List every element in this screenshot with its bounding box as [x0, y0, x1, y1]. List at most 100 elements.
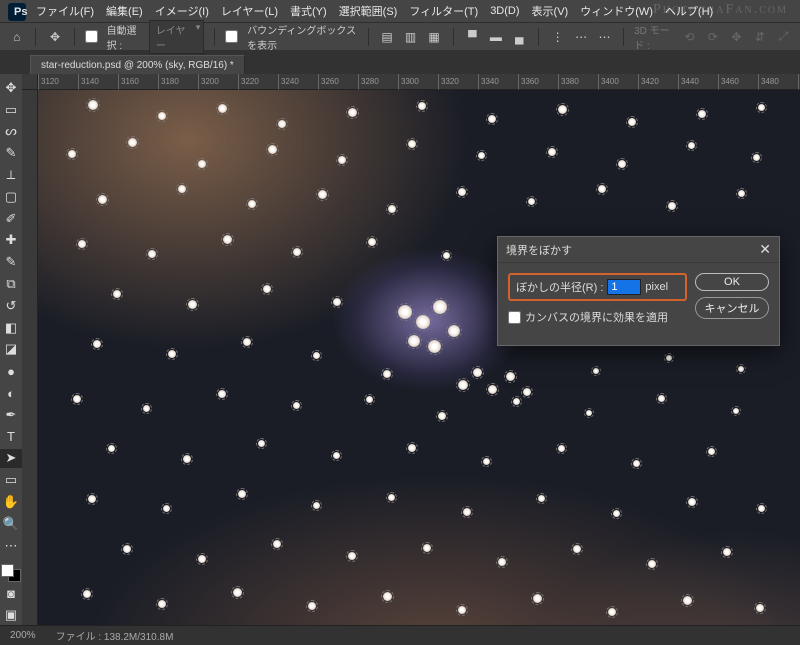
crop-tool-icon[interactable]: ⟂ — [0, 165, 22, 185]
menu-type[interactable]: 書式(Y) — [284, 3, 333, 19]
star-selection — [388, 205, 396, 213]
menu-edit[interactable]: 編集(E) — [100, 3, 149, 19]
zoom-tool-icon[interactable]: 🔍 — [0, 514, 22, 534]
move-tool-icon[interactable]: ✥ — [0, 78, 22, 98]
star-selection — [463, 508, 471, 516]
dodge-tool-icon[interactable]: ◐ — [0, 383, 22, 403]
star-selection — [183, 455, 191, 463]
menu-file[interactable]: ファイル(F) — [30, 3, 100, 19]
menu-image[interactable]: イメージ(I) — [149, 3, 215, 19]
eraser-tool-icon[interactable]: ◧ — [0, 318, 22, 338]
toolbox: ✥ ▭ ᔕ ✎ ⟂ ▢ ✐ ✚ ✎ ⧉ ↺ ◧ ◪ ● ◐ ✒ T ➤ ▭ ✋ … — [0, 74, 22, 625]
document-tab-bar: star-reduction.psd @ 200% (sky, RGB/16) … — [0, 50, 800, 74]
document-tab[interactable]: star-reduction.psd @ 200% (sky, RGB/16) … — [30, 55, 245, 74]
radius-label: ぼかしの半径(R) : — [516, 279, 603, 295]
zoom-indicator[interactable]: 200% — [10, 630, 36, 641]
auto-select-target-dropdown[interactable]: レイヤー — [149, 20, 205, 54]
radius-input[interactable] — [607, 279, 641, 295]
star-selection — [238, 490, 246, 498]
star-selection — [688, 498, 696, 506]
menu-filter[interactable]: フィルター(T) — [403, 3, 484, 19]
star-selection — [558, 445, 565, 452]
gradient-tool-icon[interactable]: ◪ — [0, 340, 22, 360]
align-left-icon[interactable]: ▤ — [378, 26, 395, 48]
distribute-h-icon[interactable]: ⋮ — [549, 26, 566, 48]
close-icon[interactable]: ✕ — [759, 241, 771, 258]
star-selection — [313, 352, 320, 359]
align-right-icon[interactable]: ▦ — [425, 26, 442, 48]
auto-select-checkbox[interactable] — [85, 30, 98, 43]
star-selection — [313, 502, 320, 509]
star-selection — [108, 445, 115, 452]
star-selection — [613, 510, 620, 517]
star-selection — [758, 505, 765, 512]
screenmode-icon[interactable]: ▣ — [0, 605, 22, 625]
star-selection — [558, 105, 567, 114]
menu-3d[interactable]: 3D(D) — [484, 5, 525, 17]
brush-tool-icon[interactable]: ✎ — [0, 252, 22, 272]
lasso-tool-icon[interactable]: ᔕ — [0, 122, 22, 142]
show-bbox-label: バウンディングボックスを表示 — [247, 22, 357, 52]
star-selection — [368, 238, 376, 246]
align-bottom-icon[interactable]: ▄ — [511, 26, 528, 48]
menu-view[interactable]: 表示(V) — [526, 3, 575, 19]
star-selection — [218, 104, 227, 113]
ruler-tick: 3200 — [198, 74, 238, 90]
ruler-tick: 3380 — [558, 74, 598, 90]
star-selection — [523, 388, 531, 396]
star-selection — [388, 494, 395, 501]
star-selection — [758, 104, 765, 111]
star-selection — [683, 596, 692, 605]
star-selection — [423, 544, 431, 552]
marquee-tool-icon[interactable]: ▭ — [0, 100, 22, 120]
home-icon[interactable]: ⌂ — [8, 26, 25, 48]
star-selection — [98, 195, 107, 204]
frame-tool-icon[interactable]: ▢ — [0, 187, 22, 207]
path-select-tool-icon[interactable]: ➤ — [0, 449, 22, 469]
menu-window[interactable]: ウィンドウ(W) — [574, 3, 659, 19]
cancel-button[interactable]: キャンセル — [695, 297, 769, 319]
ruler-horizontal[interactable]: 3120314031603180320032203240326032803300… — [22, 74, 800, 90]
ruler-tick: 3120 — [38, 74, 78, 90]
healing-brush-tool-icon[interactable]: ✚ — [0, 231, 22, 251]
ruler-tick: 3240 — [278, 74, 318, 90]
eyedropper-tool-icon[interactable]: ✐ — [0, 209, 22, 229]
align-center-h-icon[interactable]: ▥ — [402, 26, 419, 48]
quick-select-tool-icon[interactable]: ✎ — [0, 143, 22, 163]
star-selection — [488, 385, 497, 394]
distribute-v-icon[interactable]: ⋯ — [572, 26, 589, 48]
color-swatch[interactable] — [1, 564, 21, 582]
ruler-vertical[interactable] — [22, 90, 38, 625]
edit-toolbar-icon[interactable]: ⋯ — [0, 536, 22, 556]
star-selection — [458, 188, 466, 196]
star-selection — [418, 102, 426, 110]
more-icon[interactable]: ⋯ — [596, 26, 613, 48]
clone-stamp-tool-icon[interactable]: ⧉ — [0, 274, 22, 294]
pen-tool-icon[interactable]: ✒ — [0, 405, 22, 425]
star-selection — [408, 335, 420, 347]
ok-button[interactable]: OK — [695, 273, 769, 291]
align-top-icon[interactable]: ▀ — [464, 26, 481, 48]
star-selection — [668, 202, 676, 210]
type-tool-icon[interactable]: T — [0, 427, 22, 447]
star-selection — [398, 305, 412, 319]
show-bbox-checkbox[interactable] — [225, 30, 238, 43]
ruler-tick: 3400 — [598, 74, 638, 90]
align-middle-icon[interactable]: ▬ — [487, 26, 504, 48]
canvas[interactable] — [38, 90, 800, 625]
blur-tool-icon[interactable]: ● — [0, 361, 22, 381]
menu-layer[interactable]: レイヤー(L) — [215, 3, 284, 19]
star-selection — [348, 552, 356, 560]
star-selection — [93, 340, 101, 348]
history-brush-tool-icon[interactable]: ↺ — [0, 296, 22, 316]
hand-tool-icon[interactable]: ✋ — [0, 492, 22, 512]
shape-tool-icon[interactable]: ▭ — [0, 470, 22, 490]
ruler-tick: 3300 — [398, 74, 438, 90]
star-selection — [278, 120, 286, 128]
star-selection — [113, 290, 121, 298]
quickmask-icon[interactable]: ◙ — [0, 584, 22, 604]
menu-select[interactable]: 選択範囲(S) — [333, 3, 404, 19]
star-selection — [648, 560, 656, 568]
apply-canvas-checkbox[interactable] — [508, 311, 521, 324]
star-selection — [506, 372, 515, 381]
